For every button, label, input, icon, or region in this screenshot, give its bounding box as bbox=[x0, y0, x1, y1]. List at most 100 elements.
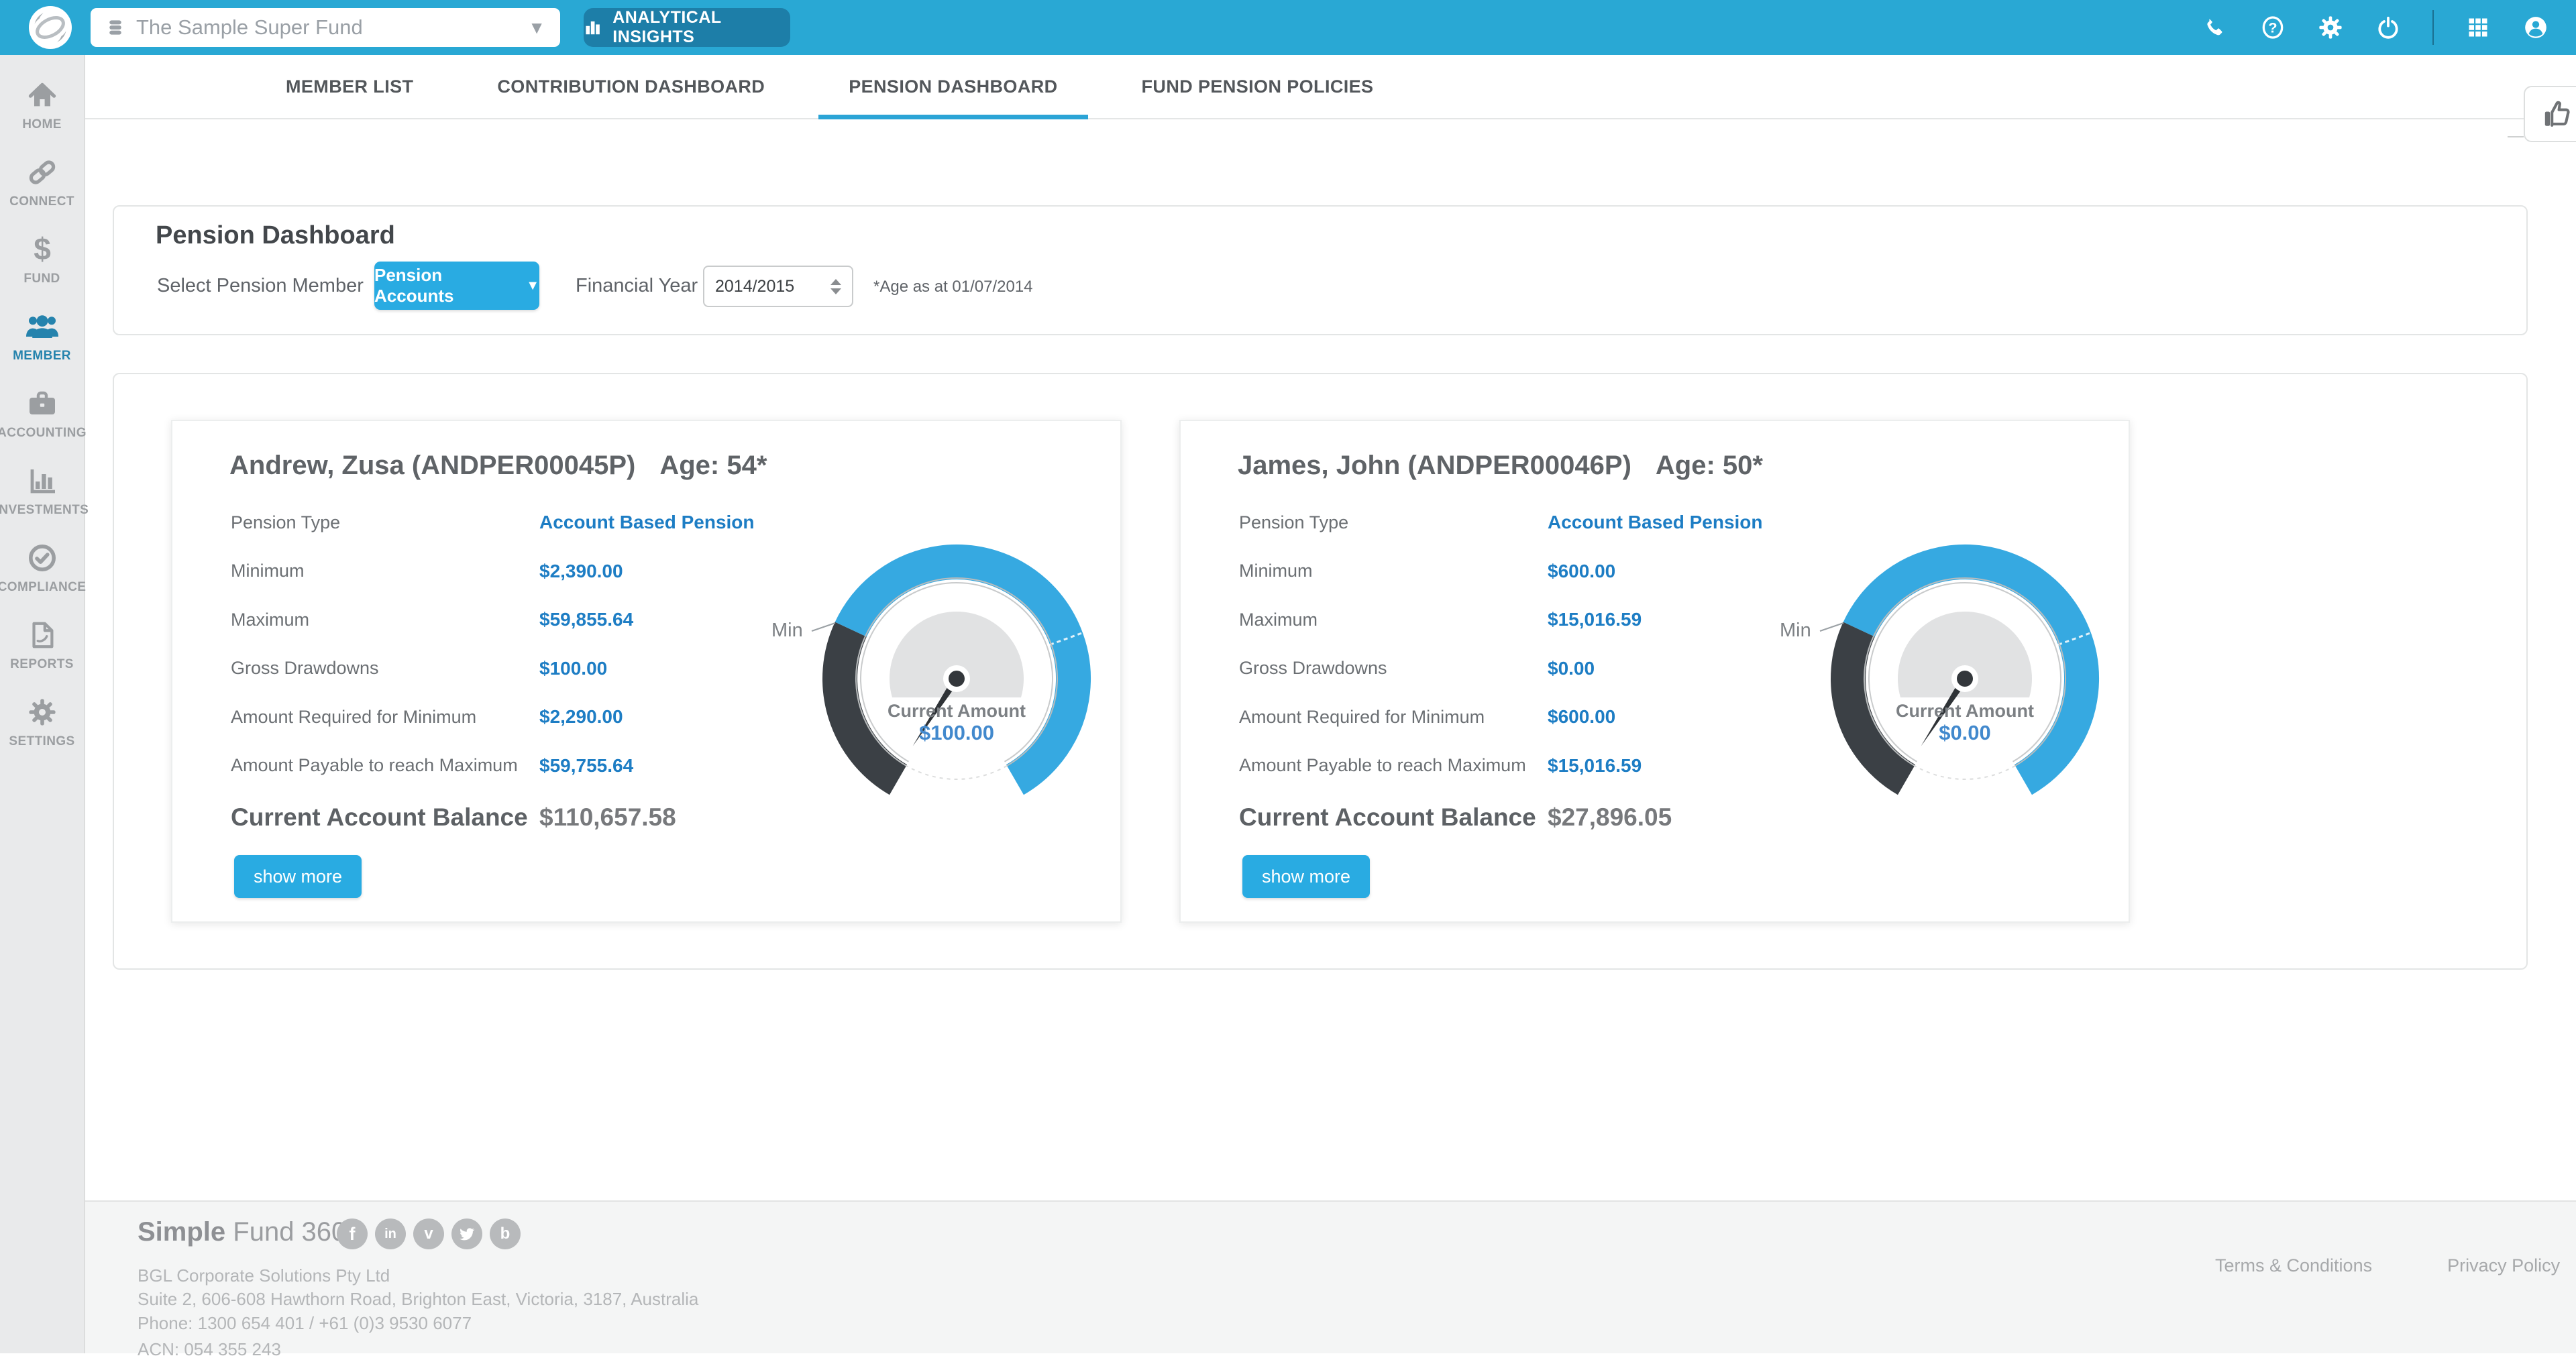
fund-name: The Sample Super Fund bbox=[136, 15, 363, 40]
sidebar-item-label: ACCOUNTING bbox=[0, 426, 87, 441]
top-action-icons: ? bbox=[2202, 0, 2549, 55]
bgl-logo[interactable] bbox=[28, 5, 72, 50]
reports-icon bbox=[27, 619, 58, 651]
fund-icon: $ bbox=[26, 233, 58, 266]
fund-selector[interactable]: The Sample Super Fund ▼ bbox=[91, 8, 560, 47]
sidebar-item-compliance[interactable]: COMPLIANCE bbox=[0, 542, 84, 619]
investments-icon bbox=[26, 465, 58, 497]
sidebar-item-settings[interactable]: SETTINGS bbox=[0, 696, 84, 773]
chevron-down-icon: ▼ bbox=[528, 17, 545, 38]
select-pension-member-label: Select Pension Member bbox=[157, 275, 364, 297]
linkedin-icon[interactable]: in bbox=[375, 1219, 406, 1249]
gauge-center-label: Current Amount bbox=[888, 701, 1026, 721]
compliance-icon bbox=[26, 542, 58, 574]
twitter-icon[interactable] bbox=[451, 1219, 482, 1249]
member-card-andrew-zusa: Andrew, Zusa (ANDPER00045P)Age: 54* Pens… bbox=[171, 420, 1122, 923]
pension-gauge: Current Amount $100.00 Min bbox=[735, 538, 1097, 819]
pension-cards-panel: Andrew, Zusa (ANDPER00045P)Age: 54* Pens… bbox=[113, 373, 2528, 970]
sidebar-item-label: HOME bbox=[22, 117, 62, 132]
gauge-center-value: $100.00 bbox=[919, 721, 994, 744]
analytical-insights-label: ANALYTICAL INSIGHTS bbox=[612, 8, 790, 47]
thumbs-up-icon bbox=[2540, 97, 2575, 131]
sidebar-item-label: INVESTMENTS bbox=[0, 503, 89, 518]
top-bar: The Sample Super Fund ▼ ANALYTICAL INSIG… bbox=[0, 0, 2576, 55]
member-name: Andrew, Zusa (ANDPER00045P) bbox=[229, 451, 635, 480]
sidebar-item-label: REPORTS bbox=[10, 657, 74, 672]
financial-year-value: 2014/2015 bbox=[715, 277, 794, 296]
feedback-button[interactable] bbox=[2524, 86, 2576, 142]
sidebar-item-fund[interactable]: $ FUND bbox=[0, 233, 84, 310]
topbar-divider bbox=[2432, 10, 2434, 45]
age-as-at-note: *Age as at 01/07/2014 bbox=[873, 278, 1033, 296]
gauge-min-label: Min bbox=[771, 620, 803, 641]
sidebar-item-member[interactable]: MEMBER bbox=[0, 310, 84, 388]
current-account-balance: Current Account Balance$27,896.05 bbox=[1239, 803, 1672, 832]
sidebar-item-label: MEMBER bbox=[13, 349, 71, 363]
feedback-connector bbox=[2508, 136, 2524, 137]
gauge-min-label: Min bbox=[1780, 620, 1811, 641]
pension-gauge: Current Amount $0.00 Min bbox=[1743, 538, 2106, 819]
svg-text:?: ? bbox=[2268, 19, 2277, 36]
footer-acn: ACN: 054 355 243 bbox=[138, 1339, 281, 1360]
page-title: Pension Dashboard bbox=[156, 221, 395, 250]
sidebar-item-accounting[interactable]: ACCOUNTING bbox=[0, 388, 84, 465]
simple-fund-360-logo: Simple Fund 360 bbox=[138, 1217, 346, 1247]
privacy-policy-link[interactable]: Privacy Policy bbox=[2447, 1255, 2560, 1276]
member-age: Age: 50* bbox=[1656, 451, 1763, 480]
sidebar-item-connect[interactable]: CONNECT bbox=[0, 156, 84, 233]
settings-gear-icon[interactable] bbox=[2317, 14, 2344, 41]
sidebar-item-label: SETTINGS bbox=[9, 734, 74, 749]
pension-type-value: Account Based Pension bbox=[1548, 512, 1763, 533]
pension-dashboard-panel: Pension Dashboard Select Pension Member … bbox=[113, 205, 2528, 335]
tab-member-list[interactable]: MEMBER LIST bbox=[256, 55, 443, 118]
footer-company: BGL Corporate Solutions Pty Ltd bbox=[138, 1265, 390, 1286]
apps-grid-icon[interactable] bbox=[2465, 14, 2491, 41]
sidebar-item-reports[interactable]: REPORTS bbox=[0, 619, 84, 696]
page-footer: Simple Fund 360 f in v b BGL Corporate S… bbox=[85, 1200, 2576, 1353]
analytical-insights-button[interactable]: ANALYTICAL INSIGHTS bbox=[584, 8, 790, 47]
member-age: Age: 54* bbox=[659, 451, 767, 480]
svg-text:$: $ bbox=[34, 233, 51, 266]
bar-chart-icon bbox=[584, 17, 602, 38]
footer-address: Suite 2, 606-608 Hawthorn Road, Brighton… bbox=[138, 1289, 698, 1310]
sidebar-item-label: CONNECT bbox=[9, 194, 74, 209]
tab-contribution-dashboard[interactable]: CONTRIBUTION DASHBOARD bbox=[467, 55, 795, 118]
account-avatar-icon[interactable] bbox=[2522, 14, 2549, 41]
chevron-down-icon: ▼ bbox=[526, 278, 539, 294]
gauge-center-value: $0.00 bbox=[1939, 721, 1991, 744]
pension-type-value: Account Based Pension bbox=[539, 512, 755, 533]
member-card-title: Andrew, Zusa (ANDPER00045P) Age: 54* bbox=[229, 451, 767, 481]
sidebar-item-label: FUND bbox=[23, 272, 60, 286]
sidebar-nav: HOME CONNECT $ FUND MEMBER bbox=[0, 55, 85, 1353]
facebook-icon[interactable]: f bbox=[337, 1219, 368, 1249]
home-icon bbox=[26, 79, 58, 111]
accounting-icon bbox=[25, 388, 59, 420]
tab-fund-pension-policies[interactable]: FUND PENSION POLICIES bbox=[1112, 55, 1404, 118]
show-more-button[interactable]: show more bbox=[234, 855, 362, 898]
financial-year-label: Financial Year bbox=[576, 275, 698, 297]
sidebar-item-investments[interactable]: INVESTMENTS bbox=[0, 465, 84, 542]
terms-and-conditions-link[interactable]: Terms & Conditions bbox=[2215, 1255, 2372, 1276]
pension-accounts-label: Pension Accounts bbox=[374, 265, 517, 306]
sidebar-item-label: COMPLIANCE bbox=[0, 580, 86, 595]
sidebar-item-home[interactable]: HOME bbox=[0, 79, 84, 156]
show-more-button[interactable]: show more bbox=[1242, 855, 1370, 898]
member-icon bbox=[24, 310, 60, 343]
member-card-james-john: James, John (ANDPER00046P)Age: 50* Pensi… bbox=[1179, 420, 2130, 923]
vimeo-icon[interactable]: v bbox=[413, 1219, 444, 1249]
help-icon[interactable]: ? bbox=[2259, 14, 2286, 41]
member-tabs: MEMBER LIST CONTRIBUTION DASHBOARD PENSI… bbox=[85, 55, 2576, 119]
member-name: James, John (ANDPER00046P) bbox=[1238, 451, 1631, 480]
database-icon bbox=[105, 15, 125, 40]
tab-pension-dashboard[interactable]: PENSION DASHBOARD bbox=[818, 55, 1087, 118]
pension-accounts-dropdown[interactable]: Pension Accounts ▼ bbox=[374, 262, 539, 310]
current-account-balance: Current Account Balance$110,657.58 bbox=[231, 803, 676, 832]
social-links: f in v b bbox=[337, 1219, 521, 1249]
settings-icon bbox=[26, 696, 58, 728]
phone-icon[interactable] bbox=[2202, 14, 2229, 41]
power-icon[interactable] bbox=[2375, 14, 2402, 41]
financial-year-select[interactable]: 2014/2015 bbox=[703, 266, 853, 307]
footer-links: Terms & Conditions Privacy Policy bbox=[2215, 1255, 2560, 1276]
stepper-icon bbox=[830, 279, 841, 294]
blogger-icon[interactable]: b bbox=[490, 1219, 521, 1249]
